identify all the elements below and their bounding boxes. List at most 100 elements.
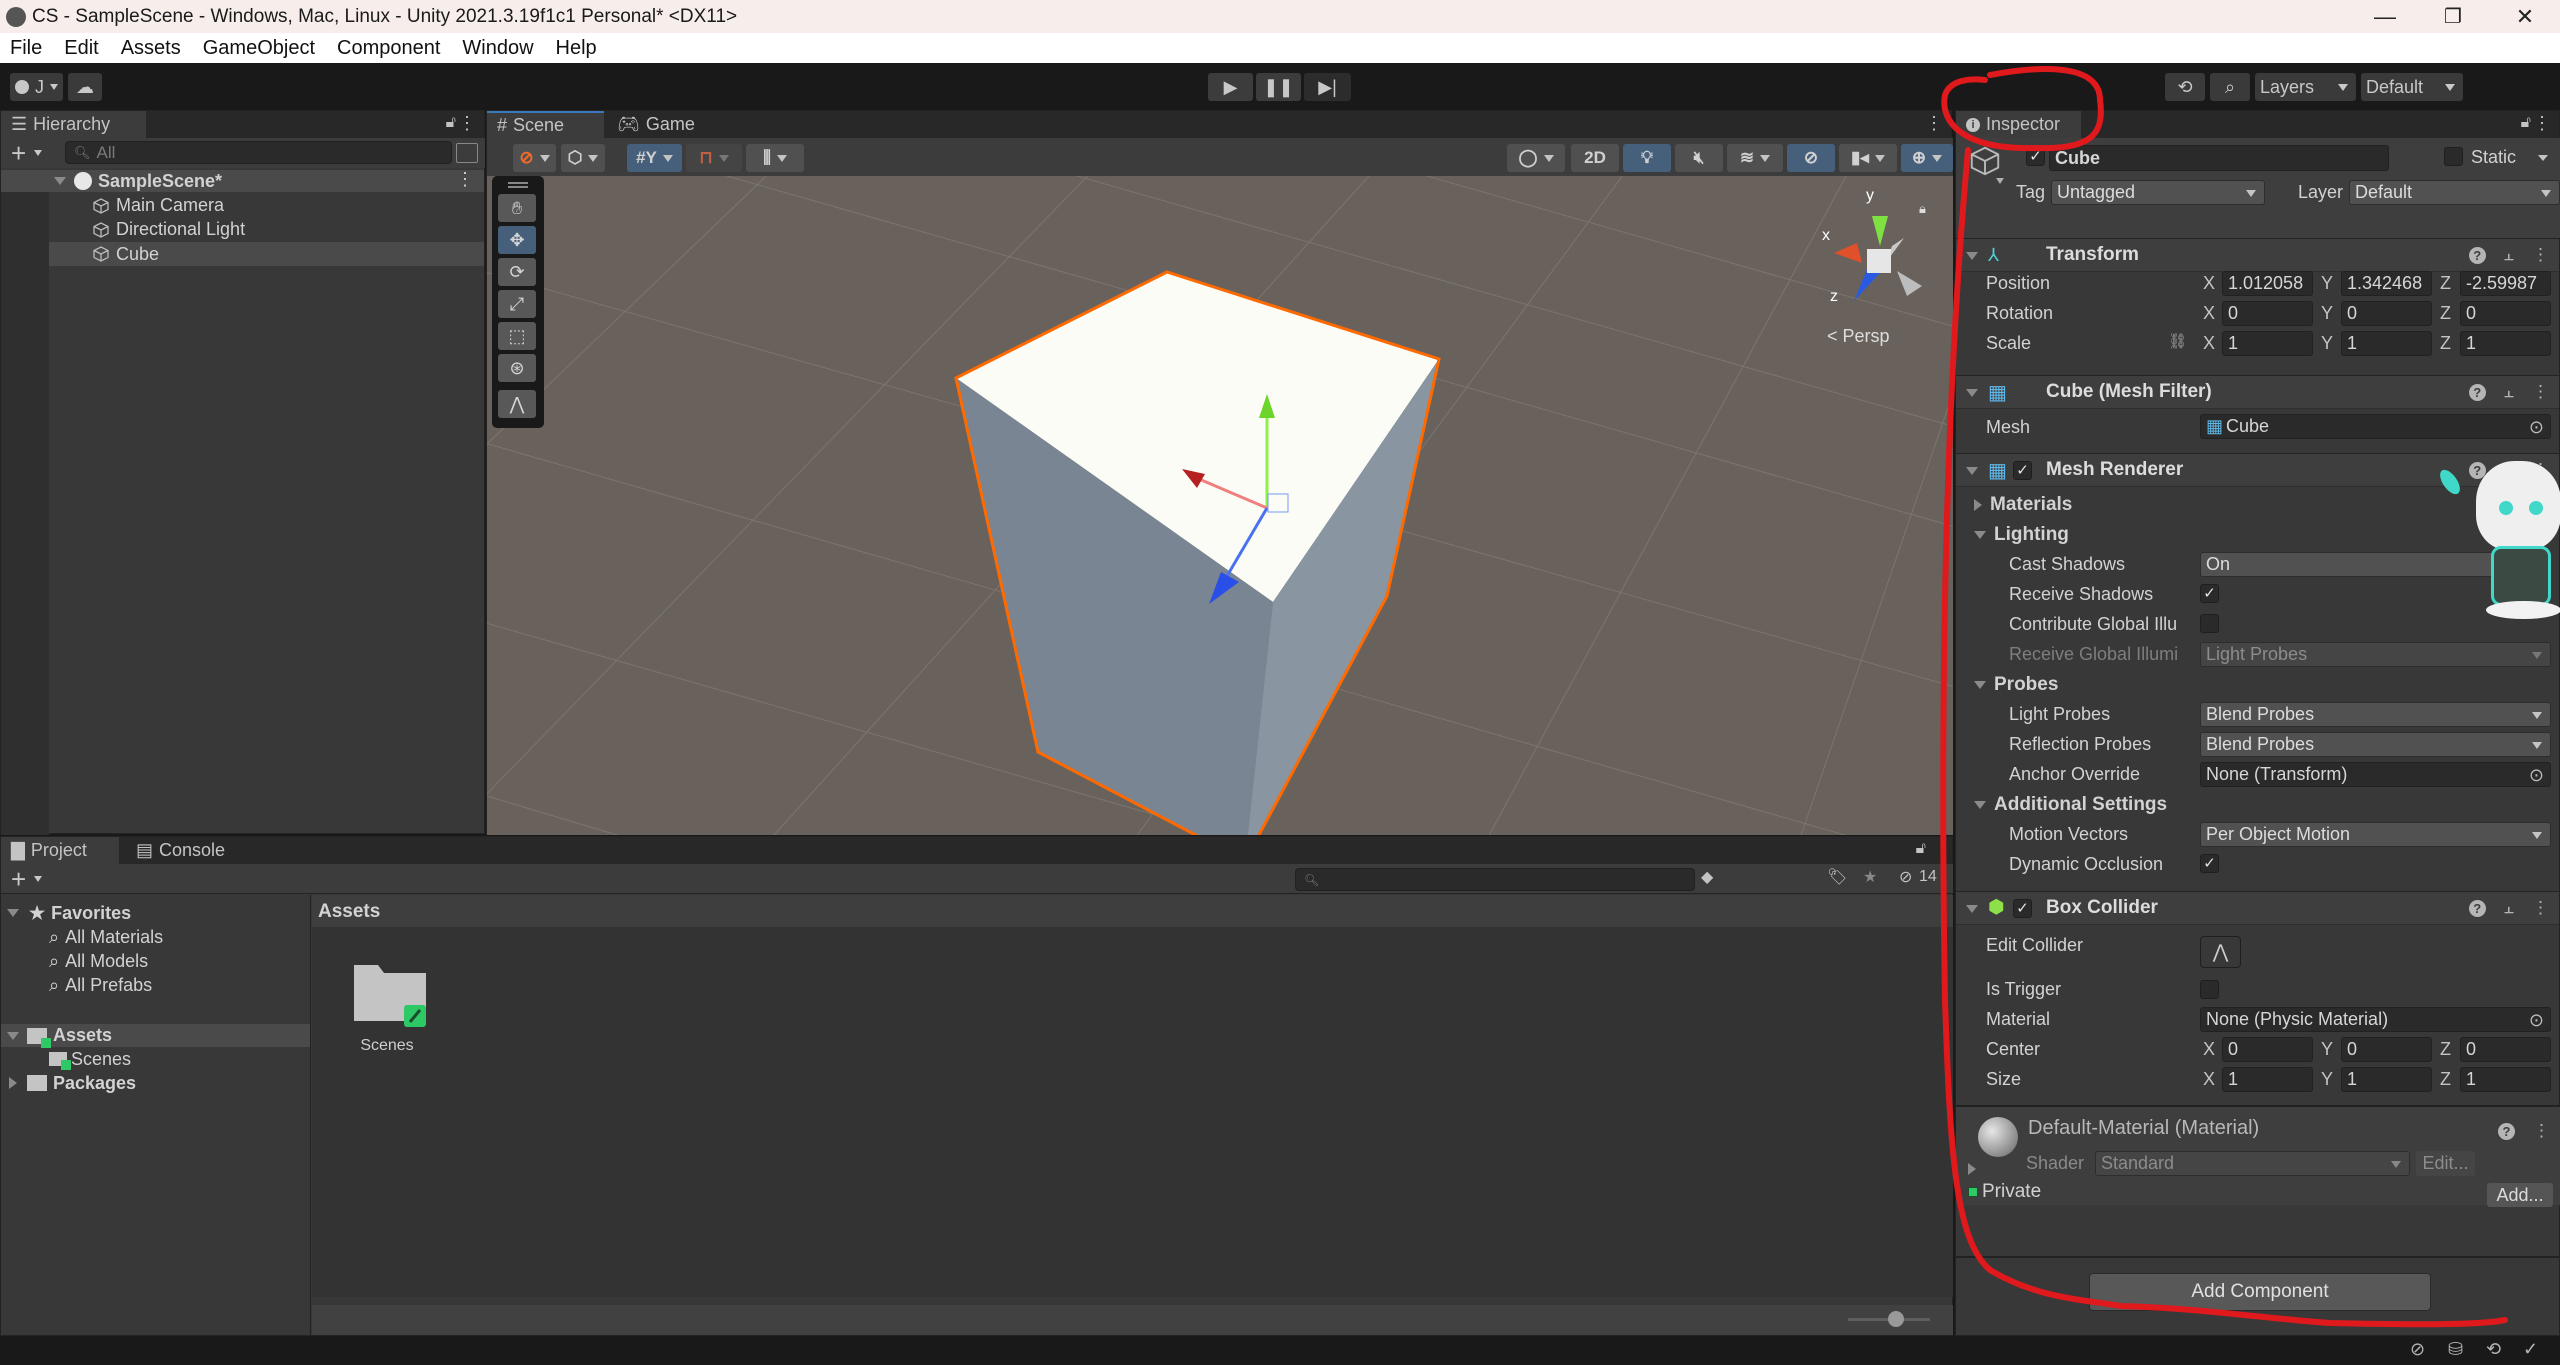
lock-icon[interactable]: 🔓︎ (1916, 840, 1926, 858)
maximize-button[interactable]: ❐ (2418, 0, 2488, 33)
custom-editor-tool[interactable]: ⋀ (498, 390, 536, 418)
more-options-icon[interactable]: ⋮ (456, 169, 474, 190)
expand-icon[interactable] (1966, 467, 1978, 475)
mesh-object-field[interactable]: ▦ Cube ⊙ (2200, 414, 2551, 439)
scale-tool[interactable]: ⤢ (498, 290, 536, 318)
more-options-icon[interactable]: ⋮ (2532, 898, 2549, 918)
receive-shadows-checkbox[interactable]: ✓ (2200, 584, 2219, 603)
auto-generate-lighting-icon[interactable]: ⟲ (2486, 1339, 2501, 1360)
check-circle-icon[interactable]: ✓ (2523, 1339, 2538, 1360)
expand-icon[interactable] (54, 177, 66, 185)
rotation-y-input[interactable]: 0 (2341, 301, 2432, 326)
light-probes-dropdown[interactable]: Blend Probes (2200, 702, 2551, 727)
rotate-tool[interactable]: ⟳ (498, 258, 536, 286)
hierarchy-item[interactable]: Directional Light (49, 218, 484, 241)
cloud-button[interactable]: ☁ (68, 73, 102, 101)
search-by-type-icon[interactable]: ◆ (1701, 867, 1713, 887)
lock-icon[interactable]: 🔓︎ (446, 114, 456, 132)
center-z-input[interactable]: 0 (2460, 1037, 2551, 1062)
account-button[interactable]: J (10, 73, 63, 101)
edit-collider-button[interactable]: ⋀ (2200, 936, 2241, 968)
help-icon[interactable]: ? (2468, 899, 2486, 917)
transform-header[interactable]: ⅄ Transform ? ⫠ ⋮ (1956, 238, 2559, 272)
mesh-renderer-enabled-checkbox[interactable]: ✓ (2013, 461, 2032, 480)
more-options-icon[interactable]: ⋮ (2532, 382, 2549, 402)
hidden-packages-icon[interactable]: ⊘ (1899, 867, 1912, 887)
tab-game[interactable]: 🎮︎ Game (607, 111, 705, 138)
constrain-proportions-icon[interactable]: ⛓ (2168, 332, 2187, 350)
layout-dropdown[interactable]: Default (2361, 73, 2463, 101)
packages-folder-row[interactable]: Packages (1, 1072, 310, 1094)
orientation-gizmo[interactable]: y x z (1812, 187, 1932, 321)
icon-size-slider[interactable] (1848, 1311, 1930, 1327)
more-options-icon[interactable]: ⋮ (1925, 113, 1943, 134)
incremental-snap-dropdown[interactable]: ⫼ (746, 144, 804, 172)
expand-icon[interactable] (7, 909, 19, 917)
create-button[interactable]: + (11, 138, 26, 169)
create-asset-button[interactable]: + (11, 864, 26, 895)
rect-tool[interactable]: ⬚ (498, 322, 536, 350)
rotation-label[interactable]: Rotation (1986, 303, 2053, 324)
hierarchy-item-selected[interactable]: Cube (49, 242, 484, 266)
motion-vectors-dropdown[interactable]: Per Object Motion (2200, 822, 2551, 847)
asset-item[interactable]: Scenes (342, 955, 432, 1055)
probes-foldout[interactable]: Probes (1974, 674, 2058, 696)
breadcrumb[interactable]: Assets (318, 901, 380, 923)
additional-settings-foldout[interactable]: Additional Settings (1974, 794, 2167, 816)
collapse-icon[interactable] (1968, 1163, 1976, 1175)
assets-folder-row[interactable]: Assets (1, 1024, 310, 1048)
rotation-z-input[interactable]: 0 (2460, 301, 2551, 326)
object-picker-icon[interactable]: ⊙ (2529, 1010, 2544, 1031)
expand-icon[interactable] (7, 1031, 19, 1040)
minimize-button[interactable]: — (2350, 0, 2420, 33)
center-label[interactable]: Center (1986, 1039, 2040, 1060)
chevron-down-icon[interactable] (34, 876, 42, 882)
lighting-foldout[interactable]: Lighting (1974, 524, 2069, 546)
tab-console[interactable]: ▤ Console (126, 837, 235, 864)
search-options-icon[interactable] (456, 143, 478, 163)
menu-assets[interactable]: Assets (110, 37, 192, 60)
search-button[interactable]: ⌕ (2210, 73, 2250, 101)
chevron-down-icon[interactable] (1996, 178, 2004, 184)
play-button[interactable]: ▶ (1208, 73, 1253, 101)
rotation-x-input[interactable]: 0 (2222, 301, 2313, 326)
lighting-toggle[interactable]: 💡︎ (1623, 144, 1671, 172)
effects-dropdown[interactable]: ≋ (1727, 144, 1783, 172)
debug-disabled-icon[interactable]: ⊘ (2410, 1339, 2425, 1360)
physic-material-field[interactable]: None (Physic Material) ⊙ (2200, 1007, 2551, 1032)
position-y-input[interactable]: 1.342468 (2341, 271, 2432, 296)
snap-increment-button[interactable]: ⊓ (686, 144, 742, 172)
tag-dropdown[interactable]: Untagged (2051, 180, 2265, 205)
hierarchy-search-input[interactable]: 🔍︎ All (65, 141, 452, 164)
size-z-input[interactable]: 1 (2460, 1067, 2551, 1092)
shader-dropdown[interactable]: Standard (2095, 1151, 2410, 1176)
slider-thumb[interactable] (1887, 1311, 1904, 1327)
contribute-gi-checkbox[interactable] (2200, 614, 2219, 633)
favorites-row[interactable]: ★ Favorites (1, 902, 310, 924)
menu-gameobject[interactable]: GameObject (192, 37, 326, 60)
size-x-input[interactable]: 1 (2222, 1067, 2313, 1092)
favorite-star-icon[interactable]: ★ (1863, 867, 1877, 887)
drag-handle-icon[interactable] (508, 182, 528, 188)
mesh-filter-header[interactable]: ▦ Cube (Mesh Filter) ? ⫠ ⋮ (1956, 375, 2559, 409)
cache-server-icon[interactable]: ⛁ (2448, 1339, 2463, 1360)
help-icon[interactable]: ? (2468, 246, 2486, 264)
move-tool[interactable]: ✥ (498, 226, 536, 254)
preset-icon[interactable]: ⫠ (2504, 898, 2514, 918)
more-options-icon[interactable]: ⋮ (458, 113, 476, 134)
position-label[interactable]: Position (1986, 273, 2050, 294)
pause-button[interactable]: ❚❚ (1256, 73, 1301, 101)
position-x-input[interactable]: 1.012058 (2222, 271, 2313, 296)
tab-hierarchy[interactable]: ☰ Hierarchy (1, 111, 146, 138)
favorite-item[interactable]: ⌕ All Models (1, 950, 310, 972)
chevron-down-icon[interactable] (34, 150, 42, 156)
step-button[interactable]: ▶| (1304, 73, 1351, 101)
favorite-item[interactable]: ⌕ All Prefabs (1, 974, 310, 996)
expand-icon[interactable] (1966, 389, 1978, 397)
hand-tool[interactable]: ✋︎ (498, 194, 536, 222)
global-illumination-dropdown[interactable]: ◯ (1507, 144, 1565, 172)
tab-inspector[interactable]: i Inspector (1956, 111, 2081, 138)
more-options-icon[interactable]: ⋮ (2533, 1121, 2550, 1141)
close-button[interactable]: ✕ (2490, 0, 2560, 33)
tab-project[interactable]: ▇ Project (1, 837, 119, 864)
